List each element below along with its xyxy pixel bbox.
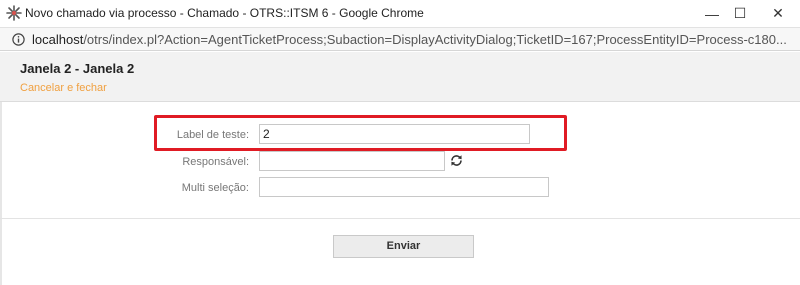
- close-window-button[interactable]: ✕: [758, 0, 798, 27]
- window-title: Novo chamado via processo - Chamado - OT…: [25, 6, 424, 20]
- form-divider: [0, 218, 800, 219]
- form-row-multi-selecao: Multi seleção:: [0, 177, 800, 201]
- form-row-responsavel: Responsável:: [0, 151, 800, 175]
- address-bar[interactable]: localhost/otrs/index.pl?Action=AgentTick…: [0, 27, 800, 51]
- maximize-button[interactable]: ☐: [720, 0, 760, 27]
- maximize-icon: ☐: [733, 5, 747, 21]
- url-text[interactable]: localhost/otrs/index.pl?Action=AgentTick…: [32, 32, 787, 47]
- dialog-title: Janela 2 - Janela 2: [20, 61, 135, 76]
- refresh-icon[interactable]: [450, 154, 463, 167]
- minimize-icon: —: [705, 5, 719, 22]
- info-icon[interactable]: [12, 33, 25, 46]
- responsavel-input[interactable]: [259, 151, 445, 171]
- cancel-and-close-link[interactable]: Cancelar e fechar: [20, 82, 107, 94]
- browser-title-bar: Novo chamado via processo - Chamado - OT…: [0, 0, 800, 27]
- dialog-header: Janela 2 - Janela 2 Cancelar e fechar: [0, 52, 800, 102]
- url-host: localhost: [32, 32, 84, 47]
- label-de-teste-input[interactable]: [259, 124, 530, 144]
- url-path: /otrs/index.pl?Action=AgentTicketProcess…: [83, 32, 787, 47]
- close-icon: ✕: [772, 5, 784, 21]
- otrs-star-icon: [6, 5, 22, 21]
- submit-button[interactable]: Enviar: [333, 235, 474, 258]
- multi-selecao-label: Multi seleção:: [181, 182, 249, 194]
- multi-selecao-input[interactable]: [259, 177, 549, 197]
- form-row-label-de-teste: Label de teste:: [0, 124, 800, 148]
- responsavel-label: Responsável:: [182, 156, 249, 168]
- label-de-teste-label: Label de teste:: [176, 129, 249, 141]
